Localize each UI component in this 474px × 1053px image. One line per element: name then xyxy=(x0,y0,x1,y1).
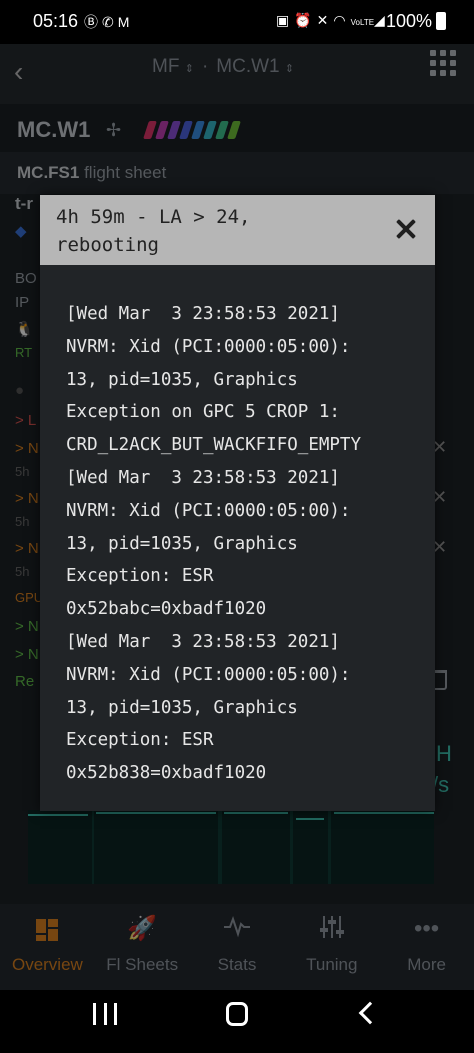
close-icon[interactable] xyxy=(395,218,417,240)
notification-icons: Ⓑ✆M xyxy=(84,12,133,32)
log-line: 13, pid=1035, Graphics xyxy=(66,533,298,554)
battery-percent: 100% xyxy=(386,11,433,31)
home-icon[interactable] xyxy=(226,1002,248,1026)
log-line: [Wed Mar 3 23:58:53 2021] xyxy=(66,467,340,488)
battery-indicator: 100% xyxy=(386,11,447,32)
log-line: NVRM: Xid (PCI:0000:05:00): xyxy=(66,664,351,685)
gmail-icon: M xyxy=(117,14,134,30)
log-line: 13, pid=1035, Graphics xyxy=(66,369,298,390)
dialog-header: 4h 59m - LA > 24, rebooting xyxy=(40,195,435,265)
log-line: CRD_L2ACK_BUT_WACKFIFO_EMPTY xyxy=(66,435,362,456)
log-line: Exception on GPC 5 CROP 1: xyxy=(66,402,340,423)
system-icons: ▣⏰✕◠VoLTE◢ xyxy=(276,12,390,29)
alarm-icon: ⏰ xyxy=(294,12,317,28)
log-line: 13, pid=1035, Graphics xyxy=(66,697,298,718)
lock-icon: ▣ xyxy=(276,12,295,28)
log-line: NVRM: Xid (PCI:0000:05:00): xyxy=(66,500,351,521)
recent-apps-icon[interactable] xyxy=(93,1003,117,1025)
mute-icon: ✕ xyxy=(316,12,334,28)
log-line: 0x52b838=0xbadf1020 xyxy=(66,763,267,784)
log-line: 0x52babc=0xbadf1020 xyxy=(66,599,267,620)
message-dialog: 4h 59m - LA > 24, rebooting [Wed Mar 3 2… xyxy=(40,195,435,811)
back-icon[interactable] xyxy=(358,1001,382,1025)
log-line: [Wed Mar 3 23:58:53 2021] xyxy=(66,631,340,652)
dialog-body: [Wed Mar 3 23:58:53 2021] NVRM: Xid (PCI:… xyxy=(66,298,416,790)
battery-icon xyxy=(436,12,447,30)
whatsapp-icon: ✆ xyxy=(102,14,118,30)
dialog-title: 4h 59m - LA > 24, rebooting xyxy=(56,206,251,256)
volte-icon: VoLTE xyxy=(350,18,375,27)
log-line: NVRM: Xid (PCI:0000:05:00): xyxy=(66,336,351,357)
log-line: [Wed Mar 3 23:58:53 2021] xyxy=(66,304,340,324)
wifi-icon: ◠ xyxy=(333,12,351,28)
system-nav-bar xyxy=(0,990,474,1053)
bitcoin-icon: Ⓑ xyxy=(84,14,102,30)
status-time: 05:16 xyxy=(33,11,79,31)
status-bar: 05:16 Ⓑ✆M ▣⏰✕◠VoLTE◢ 100% xyxy=(0,0,474,44)
log-line: Exception: ESR xyxy=(66,566,214,587)
log-line: Exception: ESR xyxy=(66,730,214,751)
